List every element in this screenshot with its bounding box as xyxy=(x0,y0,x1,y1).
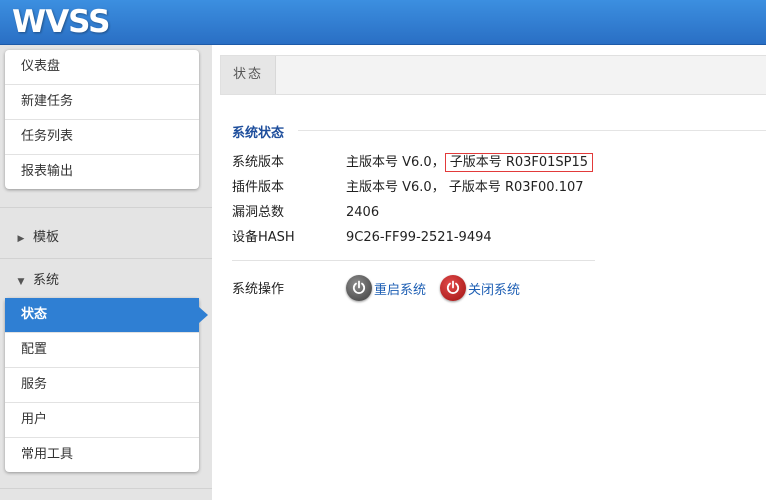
sidebar-item-task-list[interactable]: 任务列表 xyxy=(5,120,199,155)
highlighted-sub-version: 子版本号 R03F01SP15 xyxy=(444,153,594,172)
row-label: 系统版本 xyxy=(232,155,285,170)
sidebar-item-service[interactable]: 服务 xyxy=(5,368,199,403)
app-logo: WVSS xyxy=(12,4,110,40)
sidebar-divider xyxy=(0,258,212,259)
section-title: 系统状态 xyxy=(232,126,285,141)
sidebar-item-dashboard[interactable]: 仪表盘 xyxy=(5,50,199,85)
sidebar-item-users[interactable]: 用户 xyxy=(5,403,199,438)
row-value: 2406 xyxy=(346,205,380,220)
sidebar-group-system[interactable]: ▼ 系统 xyxy=(5,263,199,299)
sidebar-item-report-export[interactable]: 报表输出 xyxy=(5,155,199,189)
row-value: 主版本号 V6.0， 子版本号 R03F00.107 xyxy=(346,180,584,195)
section-divider xyxy=(232,260,595,261)
sidebar-item-tools[interactable]: 常用工具 xyxy=(5,438,199,472)
sidebar-group-label: 模板 xyxy=(33,230,60,245)
shutdown-system-button[interactable]: 关闭系统 xyxy=(440,274,520,302)
operations-label: 系统操作 xyxy=(232,282,285,297)
main-version: 主版本号 V6.0， xyxy=(346,155,445,170)
row-label: 漏洞总数 xyxy=(232,205,285,220)
sidebar-item-label: 状态 xyxy=(21,307,48,322)
sidebar-item-new-task[interactable]: 新建任务 xyxy=(5,85,199,120)
tab-bar: 状态 xyxy=(220,55,766,95)
sidebar-item-status[interactable]: 状态 xyxy=(5,298,208,333)
section-rule xyxy=(298,130,766,131)
sidebar-divider xyxy=(0,207,212,208)
restart-system-button[interactable]: 重启系统 xyxy=(346,274,426,302)
row-value: 主版本号 V6.0， 子版本号 R03F01SP15 xyxy=(346,153,594,173)
triangle-down-icon: ▼ xyxy=(17,277,25,287)
main-menu: 仪表盘 新建任务 任务列表 报表输出 xyxy=(5,50,199,189)
sidebar: 仪表盘 新建任务 任务列表 报表输出 ▶ 模板 ▼ 系统 状态 配置 服务 用户 常… xyxy=(0,45,212,500)
tab-status[interactable]: 状态 xyxy=(221,56,276,94)
active-pointer xyxy=(199,307,208,323)
power-icon xyxy=(440,275,466,301)
shutdown-label: 关闭系统 xyxy=(468,282,521,298)
restart-label: 重启系统 xyxy=(374,282,427,298)
sidebar-item-config[interactable]: 配置 xyxy=(5,333,199,368)
sidebar-group-label: 系统 xyxy=(33,273,60,288)
sidebar-group-template[interactable]: ▶ 模板 xyxy=(5,220,199,256)
row-value: 9C26-FF99-2521-9494 xyxy=(346,230,492,245)
triangle-right-icon: ▶ xyxy=(17,234,25,244)
power-icon xyxy=(346,275,372,301)
system-menu: 状态 配置 服务 用户 常用工具 xyxy=(5,298,208,472)
row-label: 插件版本 xyxy=(232,180,285,195)
sidebar-divider xyxy=(0,488,212,489)
app-header: WVSS xyxy=(0,0,766,45)
row-label: 设备HASH xyxy=(232,230,295,245)
